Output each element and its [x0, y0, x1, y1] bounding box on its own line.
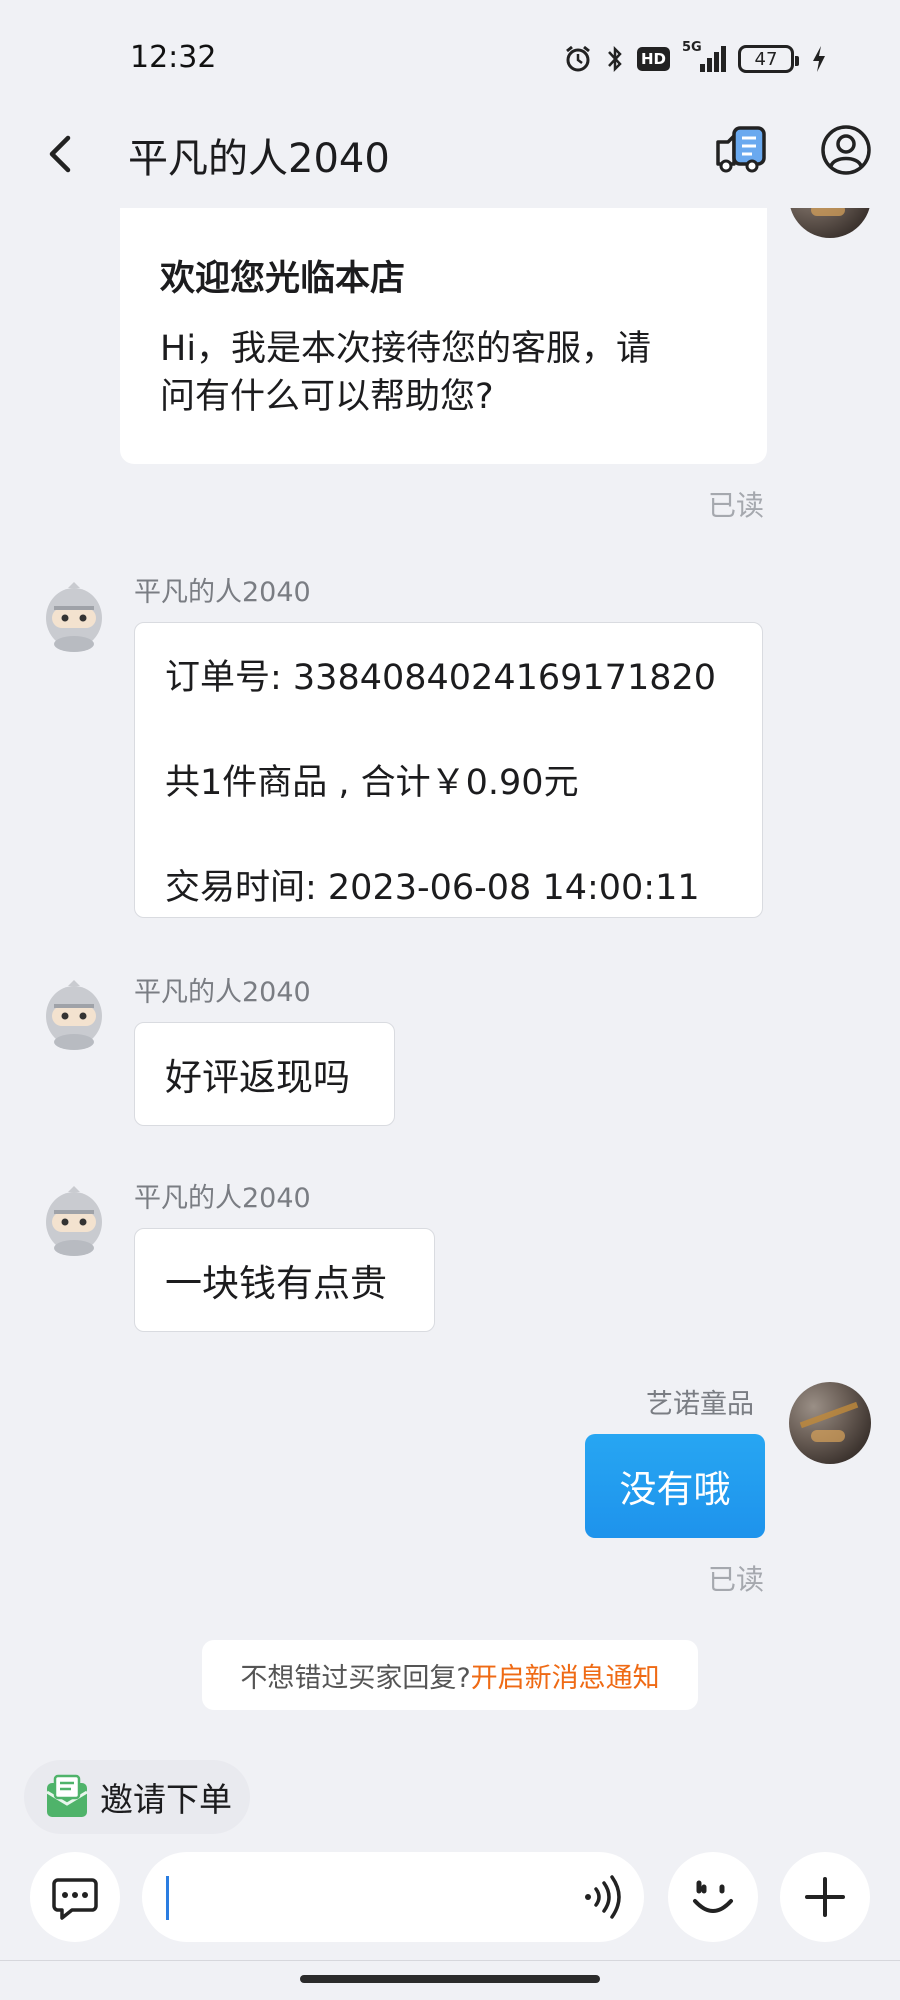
- quick-reply-icon: [52, 1878, 98, 1920]
- invite-order-button[interactable]: 邀请下单: [24, 1760, 250, 1834]
- signal-icon: 5G: [682, 40, 726, 74]
- read-status-2: 已读: [708, 1563, 765, 1596]
- plus-icon: [805, 1877, 845, 1917]
- buyer-message-1[interactable]: 好评返现吗: [134, 1022, 395, 1126]
- welcome-body: Hi，我是本次接待您的客服，请 问有什么可以帮助您?: [160, 325, 729, 421]
- user-profile-icon: [821, 125, 871, 175]
- seller-message-text: 没有哦: [619, 1468, 731, 1511]
- quick-reply-button[interactable]: [30, 1852, 120, 1942]
- welcome-body-line-1: Hi，我是本次接待您的客服，请: [160, 329, 652, 369]
- bottom-divider: [0, 1960, 900, 1961]
- voice-icon: [585, 1875, 621, 1919]
- read-status-1: 已读: [708, 489, 765, 522]
- status-icons: HD 5G 47: [563, 40, 828, 74]
- status-time: 12:32: [130, 40, 217, 75]
- hd-label: HD: [640, 50, 666, 68]
- buyer-avatar[interactable]: [42, 1186, 106, 1256]
- home-indicator[interactable]: [300, 1975, 600, 1983]
- back-button[interactable]: [38, 126, 86, 182]
- back-arrow-icon: [49, 135, 71, 173]
- buyer-avatar[interactable]: [42, 980, 106, 1050]
- seller-message[interactable]: 没有哦: [585, 1434, 765, 1538]
- emoji-button[interactable]: [668, 1852, 758, 1942]
- battery-level: 47: [754, 48, 778, 70]
- buyer-msg-2-sender: 平凡的人2040: [134, 1183, 311, 1214]
- chat-title: 平凡的人2040: [128, 136, 390, 182]
- buyer-message-1-text: 好评返现吗: [165, 1056, 350, 1099]
- hd-icon: HD: [636, 47, 670, 71]
- orders-button[interactable]: [714, 122, 770, 178]
- text-cursor: [166, 1876, 169, 1920]
- order-card-sender: 平凡的人2040: [134, 577, 311, 608]
- welcome-title: 欢迎您光临本店: [160, 259, 406, 299]
- seller-avatar[interactable]: [789, 1382, 871, 1464]
- bluetooth-icon: [608, 45, 622, 73]
- invite-order-label: 邀请下单: [100, 1780, 232, 1819]
- buyer-avatar[interactable]: [42, 582, 106, 652]
- buyer-message-2[interactable]: 一块钱有点贵: [134, 1228, 435, 1332]
- battery-icon: 47: [738, 45, 799, 73]
- message-input[interactable]: [142, 1852, 644, 1942]
- order-summary: 共1件商品 , 合计￥0.90元: [165, 763, 579, 803]
- welcome-body-line-2: 问有什么可以帮助您?: [160, 377, 494, 417]
- invite-order-icon: [46, 1774, 88, 1817]
- chat-header: 平凡的人2040: [0, 110, 900, 200]
- alarm-icon: [566, 45, 590, 72]
- profile-button[interactable]: [818, 122, 874, 178]
- charging-icon: [813, 46, 825, 72]
- order-truck-icon: [716, 126, 766, 173]
- buyer-msg-1-sender: 平凡的人2040: [134, 977, 311, 1008]
- more-button[interactable]: [780, 1852, 870, 1942]
- welcome-message: 欢迎您光临本店 Hi，我是本次接待您的客服，请 问有什么可以帮助您?: [120, 208, 767, 464]
- seller-msg-sender: 艺诺童品: [646, 1389, 754, 1420]
- status-bar: 12:32 HD 5G 47: [0, 0, 900, 110]
- order-card[interactable]: 订单号: 3384084024169171820 共1件商品 , 合计￥0.90…: [134, 622, 763, 918]
- voice-button[interactable]: [578, 1872, 628, 1922]
- input-bar: [0, 1852, 900, 1952]
- order-number: 订单号: 3384084024169171820: [165, 658, 717, 698]
- buyer-message-2-text: 一块钱有点贵: [165, 1262, 387, 1305]
- notification-prompt: 不想错过买家回复? 开启新消息通知: [202, 1640, 698, 1710]
- order-time: 交易时间: 2023-06-08 14:00:11: [165, 868, 700, 908]
- emoji-icon: [693, 1880, 733, 1913]
- notification-prompt-text: 不想错过买家回复?: [240, 1662, 471, 1694]
- enable-notification-link[interactable]: 开启新消息通知: [471, 1656, 660, 1695]
